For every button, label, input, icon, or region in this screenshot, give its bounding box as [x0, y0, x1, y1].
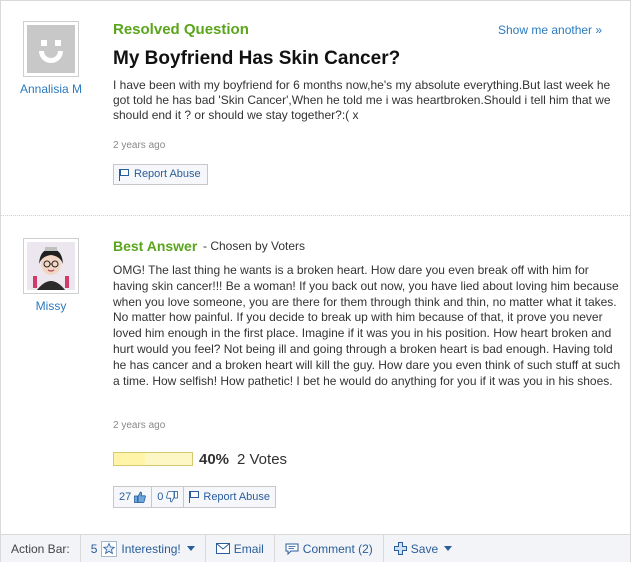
asker-name[interactable]: Annalisia M: [13, 82, 89, 96]
comment-button[interactable]: Comment (2): [275, 535, 384, 562]
report-abuse-label: Report Abuse: [134, 168, 201, 180]
interesting-button[interactable]: 5 Interesting!: [81, 535, 206, 562]
thumbs-up-button[interactable]: 27: [114, 487, 153, 507]
save-button[interactable]: Save: [384, 535, 462, 562]
vote-progress-bar: [113, 452, 193, 466]
asker-avatar[interactable]: [23, 21, 79, 77]
flag-icon: [189, 491, 200, 503]
resolved-question-label: Resolved Question: [113, 21, 249, 38]
best-answer-label: Best Answer: [113, 238, 198, 254]
question-title: My Boyfriend Has Skin Cancer?: [113, 48, 401, 69]
action-bar-label: Action Bar:: [1, 535, 81, 562]
question-report-abuse-button[interactable]: Report Abuse: [113, 164, 208, 185]
save-label: Save: [410, 541, 439, 556]
chosen-by-label: - Chosen by Voters: [203, 239, 306, 253]
show-another-link[interactable]: Show me another »: [498, 23, 602, 37]
thumbs-down-button[interactable]: 0: [152, 487, 185, 507]
answerer-name[interactable]: Missy: [13, 299, 89, 313]
chevron-down-icon: [444, 546, 453, 551]
section-divider: [1, 215, 630, 216]
interesting-label: Interesting!: [121, 541, 181, 556]
thumbs-up-count: 27: [119, 491, 132, 503]
vote-progress-fill: [114, 453, 146, 465]
star-icon: [101, 540, 118, 557]
default-smiley-avatar-icon: [27, 25, 75, 73]
action-bar: Action Bar: 5 Interesting! Email Comment…: [1, 534, 630, 562]
thumbs-up-icon: [134, 491, 147, 503]
vote-count: 2 Votes: [237, 451, 288, 468]
answer-time: 2 years ago: [113, 420, 166, 431]
comment-label: Comment (2): [302, 541, 373, 556]
thumbs-down-icon: [166, 491, 179, 503]
plus-icon: [393, 542, 407, 555]
question-page: Annalisia M Resolved Question Show me an…: [0, 0, 631, 562]
vote-percent: 40%: [199, 451, 230, 468]
report-abuse-label: Report Abuse: [203, 491, 271, 503]
chevron-down-icon: [186, 546, 195, 551]
envelope-icon: [215, 543, 230, 554]
question-section: Annalisia M Resolved Question Show me an…: [1, 1, 630, 215]
email-button[interactable]: Email: [206, 535, 275, 562]
question-body: I have been with my boyfriend for 6 mont…: [113, 78, 611, 122]
thumbs-down-count: 0: [157, 491, 164, 503]
interesting-count: 5: [90, 541, 98, 556]
answer-report-abuse-button[interactable]: Report Abuse: [184, 487, 275, 507]
answer-body: OMG! The last thing he wants is a broken…: [113, 263, 621, 388]
question-time: 2 years ago: [113, 140, 166, 151]
flag-icon: [119, 168, 130, 181]
rating-buttons: 27 0 Report Abuse: [113, 486, 277, 508]
cartoon-girl-avatar-icon: [27, 242, 75, 290]
comment-icon: [285, 543, 299, 555]
email-label: Email: [233, 541, 264, 556]
answerer-avatar[interactable]: [23, 238, 79, 294]
